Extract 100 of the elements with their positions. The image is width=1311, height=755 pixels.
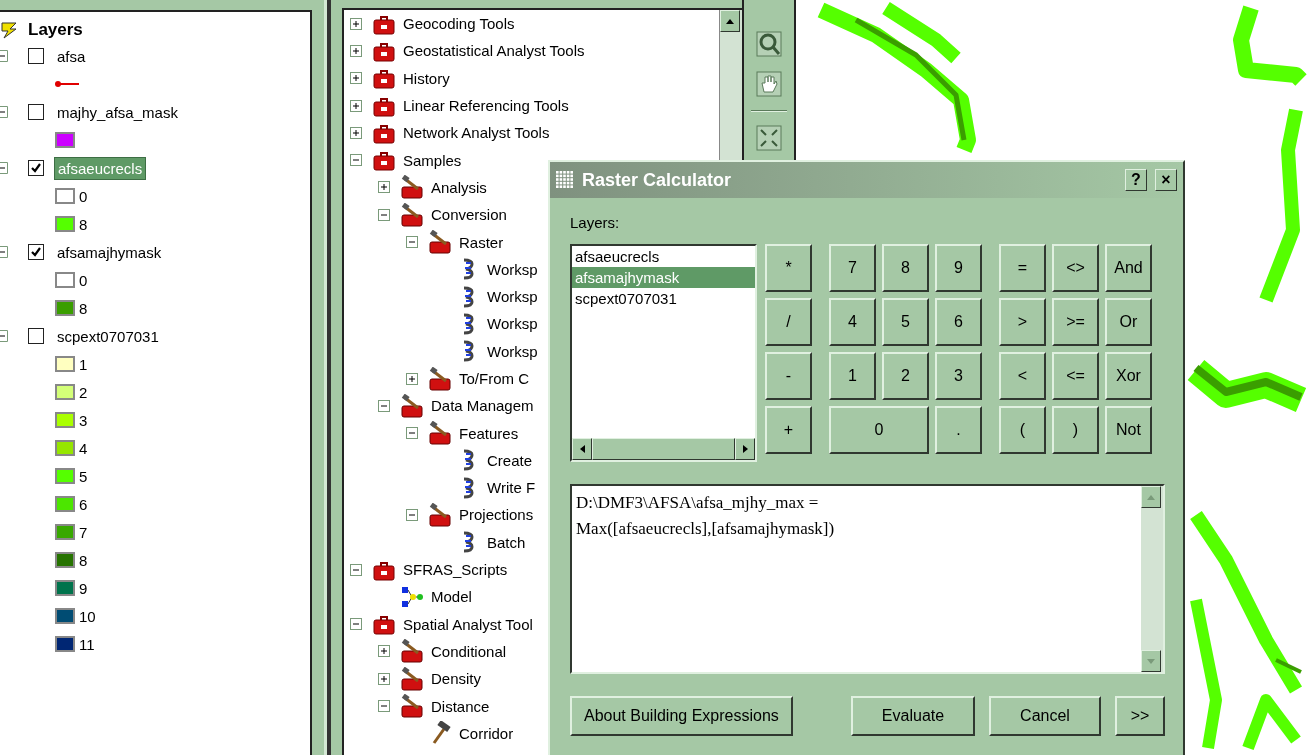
tree-item[interactable]: Network Analyst Tools [403, 124, 550, 142]
operator-key[interactable]: / [765, 298, 812, 346]
layer-name[interactable]: scpext0707031 [54, 325, 162, 347]
digit-key[interactable]: 7 [829, 244, 876, 292]
logic-key[interactable]: > [999, 298, 1046, 346]
tree-item[interactable]: To/From C [459, 370, 529, 387]
digit-key[interactable]: 9 [935, 244, 982, 292]
collapse-icon[interactable] [378, 700, 390, 713]
tree-item[interactable]: Features [459, 424, 519, 442]
expand-icon[interactable] [350, 126, 362, 139]
tree-item[interactable]: Analysis [431, 178, 487, 196]
scrollbar-thumb[interactable] [592, 438, 735, 460]
tree-item[interactable]: Worksp [487, 342, 538, 360]
digit-key[interactable]: 8 [882, 244, 929, 292]
layer-name[interactable]: afsa [54, 45, 89, 67]
digit-key[interactable]: 0 [829, 406, 929, 454]
scroll-up-button[interactable] [720, 10, 740, 32]
operator-key[interactable]: + [765, 406, 812, 454]
tree-item[interactable]: History [403, 69, 450, 87]
logic-key[interactable]: ( [999, 406, 1046, 454]
layer-list-item[interactable]: scpext0707031 [572, 288, 755, 309]
about-expressions-button[interactable]: About Building Expressions [570, 696, 793, 736]
digit-key[interactable]: 5 [882, 298, 929, 346]
logic-key[interactable]: Or [1105, 298, 1152, 346]
tree-item[interactable]: Projections [459, 506, 534, 524]
expand-icon[interactable] [406, 372, 418, 385]
logic-key[interactable]: ) [1052, 406, 1099, 454]
splitter-bar[interactable] [323, 0, 331, 755]
expand-icon[interactable] [350, 44, 362, 57]
tree-item[interactable]: Conversion [431, 206, 507, 224]
tree-item[interactable]: Conditional [431, 642, 507, 660]
layer-list-item[interactable]: afsaeucrecls [572, 246, 755, 267]
digit-key[interactable]: . [935, 406, 982, 454]
tree-item[interactable]: Linear Referencing Tools [403, 97, 569, 115]
zoom-icon[interactable] [755, 30, 783, 58]
tree-item[interactable]: Batch [487, 533, 526, 551]
digit-key[interactable]: 1 [829, 352, 876, 400]
collapse-icon[interactable] [406, 427, 418, 440]
tree-item[interactable]: Worksp [487, 288, 538, 306]
logic-key[interactable]: < [999, 352, 1046, 400]
tree-item[interactable]: Worksp [487, 315, 538, 333]
digit-key[interactable]: 2 [882, 352, 929, 400]
cancel-button[interactable]: Cancel [989, 696, 1101, 736]
layer-name[interactable]: afsamajhymask [54, 241, 165, 263]
logic-key[interactable]: = [999, 244, 1046, 292]
digit-key[interactable]: 4 [829, 298, 876, 346]
tree-item[interactable]: Worksp [487, 260, 538, 278]
collapse-icon[interactable] [0, 162, 8, 174]
scroll-right-button[interactable] [735, 438, 755, 460]
tree-item[interactable]: Model [431, 588, 472, 606]
expand-icon[interactable] [350, 99, 362, 112]
digit-key[interactable]: 6 [935, 298, 982, 346]
logic-key[interactable]: And [1105, 244, 1152, 292]
help-button[interactable]: ? [1125, 169, 1147, 191]
tree-item[interactable]: Data Managem [431, 397, 534, 415]
collapse-icon[interactable] [350, 563, 362, 576]
collapse-icon[interactable] [350, 618, 362, 631]
evaluate-button[interactable]: Evaluate [851, 696, 975, 736]
layer-checkbox[interactable] [28, 48, 44, 64]
more-button[interactable]: >> [1115, 696, 1165, 736]
logic-key[interactable]: Xor [1105, 352, 1152, 400]
layer-checkbox[interactable] [28, 104, 44, 120]
layer-checkbox[interactable] [28, 328, 44, 344]
tree-item[interactable]: Samples [403, 151, 462, 169]
collapse-icon[interactable] [0, 50, 8, 62]
collapse-icon[interactable] [406, 509, 418, 521]
scroll-left-button[interactable] [572, 438, 592, 460]
full-extent-icon[interactable] [755, 124, 783, 152]
tree-item[interactable]: Density [431, 670, 482, 688]
expand-icon[interactable] [378, 645, 390, 658]
tree-item[interactable]: Raster [459, 233, 504, 251]
digit-key[interactable]: 3 [935, 352, 982, 400]
tree-item[interactable]: Geocoding Tools [403, 15, 515, 33]
logic-key[interactable]: Not [1105, 406, 1152, 454]
logic-key[interactable]: <= [1052, 352, 1099, 400]
layer-name[interactable]: majhy_afsa_mask [54, 101, 181, 123]
tree-item[interactable]: SFRAS_Scripts [403, 561, 508, 579]
tree-item[interactable]: Corridor [459, 724, 514, 742]
operator-key[interactable]: * [765, 244, 812, 292]
layer-checkbox[interactable] [28, 244, 44, 260]
collapse-icon[interactable] [0, 330, 8, 342]
collapse-icon[interactable] [350, 154, 362, 167]
expand-icon[interactable] [378, 672, 390, 685]
layer-checkbox[interactable] [28, 160, 44, 176]
tree-item[interactable]: Write F [487, 479, 536, 497]
expand-icon[interactable] [378, 181, 390, 194]
expand-icon[interactable] [350, 72, 362, 85]
tree-item[interactable]: Distance [431, 697, 490, 715]
tree-item[interactable]: Geostatistical Analyst Tools [403, 42, 585, 60]
operator-key[interactable]: - [765, 352, 812, 400]
tree-item[interactable]: Create [487, 451, 533, 469]
collapse-icon[interactable] [0, 246, 8, 258]
pan-hand-icon[interactable] [755, 70, 783, 98]
expand-icon[interactable] [350, 17, 362, 30]
collapse-icon[interactable] [406, 236, 418, 248]
collapse-icon[interactable] [378, 399, 390, 412]
logic-key[interactable]: >= [1052, 298, 1099, 346]
collapse-icon[interactable] [0, 106, 8, 118]
tree-item[interactable]: Spatial Analyst Tool [403, 615, 533, 633]
close-button[interactable]: × [1155, 169, 1177, 191]
